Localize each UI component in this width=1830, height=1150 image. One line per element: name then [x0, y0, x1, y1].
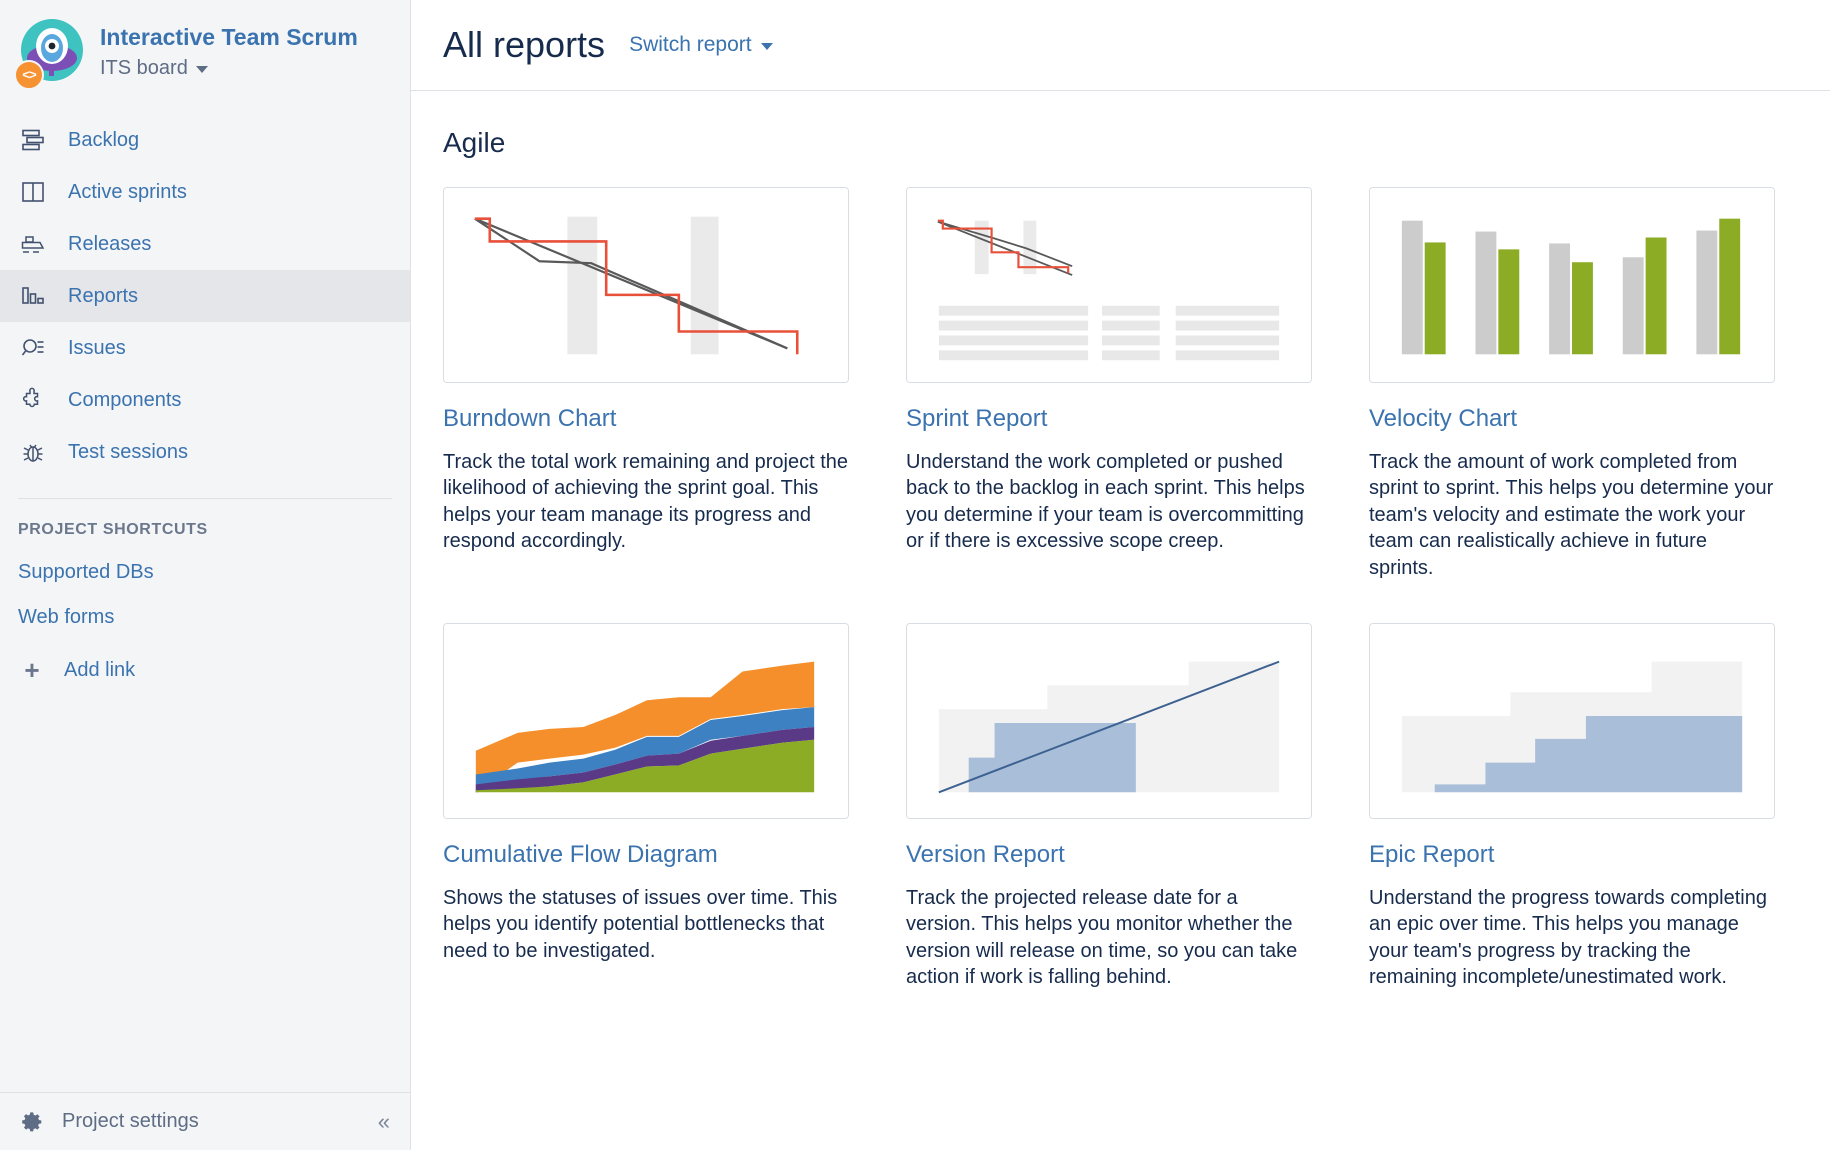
report-description: Track the total work remaining and proje…: [443, 451, 849, 553]
sidebar-item-issues[interactable]: Issues: [0, 322, 410, 374]
sidebar-nav: Backlog Active sprints Releases Reports …: [0, 114, 410, 478]
section-title-agile: Agile: [443, 127, 506, 158]
project-shortcuts-heading: PROJECT SHORTCUTS: [18, 521, 208, 538]
sidebar-item-label: Active sprints: [68, 180, 187, 203]
report-link-velocity-chart[interactable]: Velocity Chart: [1369, 405, 1775, 433]
chevron-down-icon: [195, 66, 208, 74]
puzzle-icon: [18, 385, 48, 415]
app-root: <> Interactive Team Scrum ITS board Back…: [0, 0, 1830, 1150]
board-name: ITS board: [100, 57, 188, 80]
sidebar-item-label: Test sessions: [68, 440, 189, 463]
board-columns-icon: [18, 177, 48, 207]
backlog-icon: [18, 125, 48, 155]
sidebar-footer: Project settings «: [0, 1092, 410, 1150]
gear-icon: [18, 1107, 48, 1137]
report-link-burndown-chart[interactable]: Burndown Chart: [443, 405, 849, 433]
project-settings-button[interactable]: Project settings: [18, 1107, 199, 1137]
report-description: Understand the progress towards completi…: [1369, 886, 1767, 989]
sidebar-item-label: Backlog: [68, 128, 140, 151]
sidebar-item-test-sessions[interactable]: Test sessions: [0, 426, 410, 478]
plus-icon: +: [24, 655, 40, 685]
report-description: Understand the work completed or pushed …: [906, 451, 1305, 553]
sidebar-item-label: Issues: [68, 336, 126, 359]
main-content: All reports Switch report Agile Burndown…: [411, 0, 1830, 1150]
shortcut-supported-dbs[interactable]: Supported DBs: [0, 539, 410, 584]
sidebar-item-backlog[interactable]: Backlog: [0, 114, 410, 166]
report-card-velocity-chart: Velocity Chart Track the amount of work …: [1369, 187, 1775, 581]
reports-content: Agile Burndown Chart Track the total wor…: [411, 91, 1830, 991]
board-switcher[interactable]: ITS board: [100, 56, 358, 80]
switch-report-button[interactable]: Switch report: [629, 33, 773, 57]
report-card-grid: Burndown Chart Track the total work rema…: [443, 187, 1798, 991]
report-card-sprint-report: Sprint Report Understand the work comple…: [906, 187, 1312, 581]
report-description: Track the amount of work completed from …: [1369, 451, 1774, 579]
report-link-cumulative-flow-diagram[interactable]: Cumulative Flow Diagram: [443, 841, 849, 869]
page-header: All reports Switch report: [411, 0, 1830, 91]
project-settings-label: Project settings: [62, 1110, 199, 1132]
sidebar-item-label: Components: [68, 388, 182, 411]
page-title: All reports: [443, 24, 606, 65]
project-name: Interactive Team Scrum: [100, 23, 358, 50]
bug-icon: [18, 437, 48, 467]
sidebar-item-active-sprints[interactable]: Active sprints: [0, 166, 410, 218]
sidebar-item-label: Reports: [68, 284, 139, 307]
project-header[interactable]: <> Interactive Team Scrum ITS board: [0, 0, 410, 100]
sidebar-item-reports[interactable]: Reports: [0, 270, 410, 322]
sidebar-item-releases[interactable]: Releases: [0, 218, 410, 270]
report-card-version-report: Version Report Track the projected relea…: [906, 622, 1312, 991]
code-badge-icon: <>: [14, 60, 44, 90]
shortcut-web-forms[interactable]: Web forms: [0, 584, 410, 629]
report-description: Track the projected release date for a v…: [906, 886, 1298, 989]
add-link-label: Add link: [64, 658, 136, 681]
double-chevron-left-icon[interactable]: «: [378, 1110, 390, 1133]
report-link-sprint-report[interactable]: Sprint Report: [906, 405, 1312, 433]
cumulative-flow-thumbnail[interactable]: [443, 622, 849, 819]
report-card-epic-report: Epic Report Understand the progress towa…: [1369, 622, 1775, 991]
epic-report-thumbnail[interactable]: [1369, 622, 1775, 819]
report-link-version-report[interactable]: Version Report: [906, 841, 1312, 869]
project-avatar-icon: <>: [14, 18, 86, 90]
report-description: Shows the statuses of issues over time. …: [443, 886, 838, 962]
chevron-down-icon: [760, 43, 773, 50]
bar-chart-icon: [18, 281, 48, 311]
project-meta: Interactive Team Scrum ITS board: [100, 24, 358, 81]
burndown-thumbnail[interactable]: [443, 187, 849, 383]
sidebar-item-label: Releases: [68, 232, 152, 255]
sprint-report-thumbnail[interactable]: [906, 187, 1312, 383]
search-list-icon: [18, 333, 48, 363]
report-card-burndown-chart: Burndown Chart Track the total work rema…: [443, 187, 849, 581]
ship-icon: [18, 229, 48, 259]
report-link-epic-report[interactable]: Epic Report: [1369, 841, 1775, 869]
sidebar-item-components[interactable]: Components: [0, 374, 410, 426]
add-link-button[interactable]: + Add link: [0, 629, 410, 683]
velocity-thumbnail[interactable]: [1369, 187, 1775, 383]
switch-report-label: Switch report: [629, 33, 752, 56]
version-report-thumbnail[interactable]: [906, 622, 1312, 819]
report-card-cumulative-flow-diagram: Cumulative Flow Diagram Shows the status…: [443, 622, 849, 991]
project-sidebar: <> Interactive Team Scrum ITS board Back…: [0, 0, 411, 1150]
